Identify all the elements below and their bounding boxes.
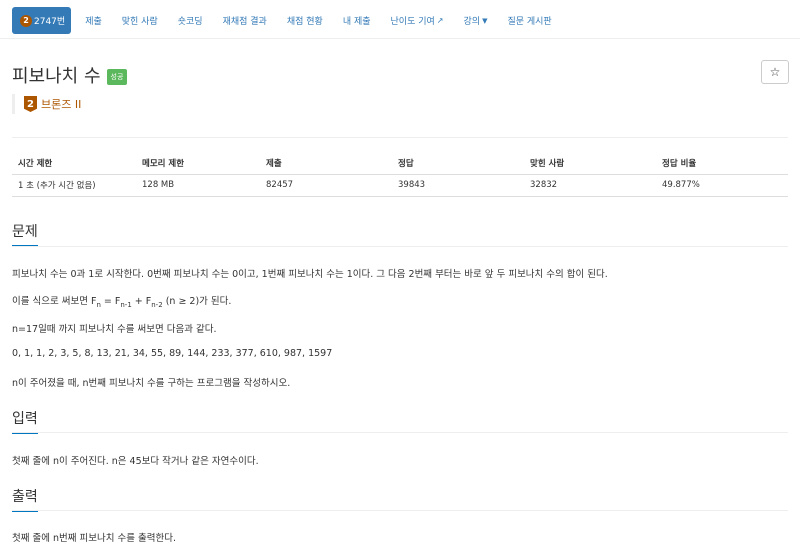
section-input-heading: 입력 <box>12 408 38 434</box>
formula-text: (n ≥ 2)가 된다. <box>162 296 232 307</box>
cell-time-limit: 1 초 (추가 시간 없음) <box>12 174 136 197</box>
cell-accept-rate: 49.877% <box>656 174 788 197</box>
external-link-icon: ↗ <box>436 16 444 25</box>
output-description: 첫째 줄에 n번째 피보나치 수를 출력한다. <box>12 533 176 544</box>
section-divider <box>12 432 788 433</box>
header-memory-limit: 메모리 제한 <box>136 152 260 175</box>
tier-label: 브론즈 II <box>41 98 82 111</box>
cell-memory-limit: 128 MB <box>136 174 260 197</box>
formula-text: = F <box>100 296 121 307</box>
problem-formula-paragraph: 이를 식으로 써보면 Fn = Fn-1 + Fn-2 (n ≥ 2)가 된다. <box>12 293 231 309</box>
problem-paragraph: n=17일때 까지 피보나치 수를 써보면 다음과 같다. <box>12 324 217 335</box>
table-header-row: 시간 제한 메모리 제한 제출 정답 맞힌 사람 정답 비율 <box>12 152 788 175</box>
tab-short-coding[interactable]: 숏코딩 <box>168 7 213 34</box>
problem-paragraph: n이 주어졌을 때, n번째 피보나치 수를 구하는 프로그램을 작성하시오. <box>12 378 291 389</box>
nav-divider <box>0 38 800 39</box>
problem-tier: 2 브론즈 II <box>12 94 81 114</box>
section-input-title: 입력 <box>12 411 38 427</box>
cell-accepted: 39843 <box>392 174 524 197</box>
header-accepted: 정답 <box>392 152 524 175</box>
header-accept-rate: 정답 비율 <box>656 152 788 175</box>
star-icon: ☆ <box>769 65 781 79</box>
header-submissions: 제출 <box>260 152 392 175</box>
tab-problem-number[interactable]: 2 2747번 <box>12 7 72 34</box>
problem-number-label: 2747번 <box>34 17 66 27</box>
tab-my-submissions[interactable]: 내 제출 <box>333 7 381 34</box>
bronze-tier-icon: 2 <box>24 96 37 112</box>
section-output-title: 출력 <box>12 489 38 505</box>
cell-submissions: 82457 <box>260 174 392 197</box>
bronze-tier-icon: 2 <box>20 14 32 27</box>
tab-lectures-dropdown[interactable]: 강의 ▼ <box>454 7 498 34</box>
table-row: 1 초 (추가 시간 없음) 128 MB 82457 39843 32832 … <box>12 174 788 197</box>
title-divider <box>12 137 788 138</box>
lectures-label: 강의 <box>463 17 481 27</box>
header-solved-users: 맞힌 사람 <box>524 152 656 175</box>
input-description: 첫째 줄에 n이 주어진다. n은 45보다 작거나 같은 자연수이다. <box>12 456 259 467</box>
section-output-heading: 출력 <box>12 486 38 512</box>
formula-text: 이를 식으로 써보면 F <box>12 296 97 307</box>
caret-down-icon: ▼ <box>482 16 488 25</box>
section-problem-title: 문제 <box>12 224 38 240</box>
difficulty-contribution-label: 난이도 기여 <box>390 17 435 27</box>
fibonacci-sequence: 0, 1, 1, 2, 3, 5, 8, 13, 21, 34, 55, 89,… <box>12 348 333 359</box>
success-badge: 성공 <box>106 69 128 85</box>
section-divider <box>12 246 788 247</box>
section-divider <box>12 510 788 511</box>
section-problem-heading: 문제 <box>12 221 38 247</box>
formula-subscript: n-1 <box>120 300 132 309</box>
problem-menu: 2 2747번 제출 맞힌 사람 숏코딩 재채점 결과 채점 현황 내 제출 난… <box>12 7 562 34</box>
cell-solved-users: 32832 <box>524 174 656 197</box>
tab-difficulty-contribution[interactable]: 난이도 기여 ↗ <box>381 7 454 34</box>
problem-info-table: 시간 제한 메모리 제한 제출 정답 맞힌 사람 정답 비율 1 초 (추가 시… <box>12 152 788 197</box>
star-button[interactable]: ☆ <box>761 60 789 84</box>
tab-judge-status[interactable]: 채점 현황 <box>277 7 333 34</box>
header-time-limit: 시간 제한 <box>12 152 136 175</box>
formula-subscript: n-2 <box>151 300 163 309</box>
tab-rejudge-results[interactable]: 재채점 결과 <box>213 7 277 34</box>
tab-question-board[interactable]: 질문 게시판 <box>497 7 561 34</box>
problem-title: 피보나치 수 <box>12 66 101 87</box>
problem-paragraph: 피보나치 수는 0과 1로 시작한다. 0번째 피보나치 수는 0이고, 1번째… <box>12 269 608 280</box>
tab-solved-users[interactable]: 맞힌 사람 <box>112 7 168 34</box>
tab-submit[interactable]: 제출 <box>75 7 112 34</box>
formula-text: + F <box>131 296 152 307</box>
problem-title-row: 피보나치 수 성공 <box>12 62 128 88</box>
